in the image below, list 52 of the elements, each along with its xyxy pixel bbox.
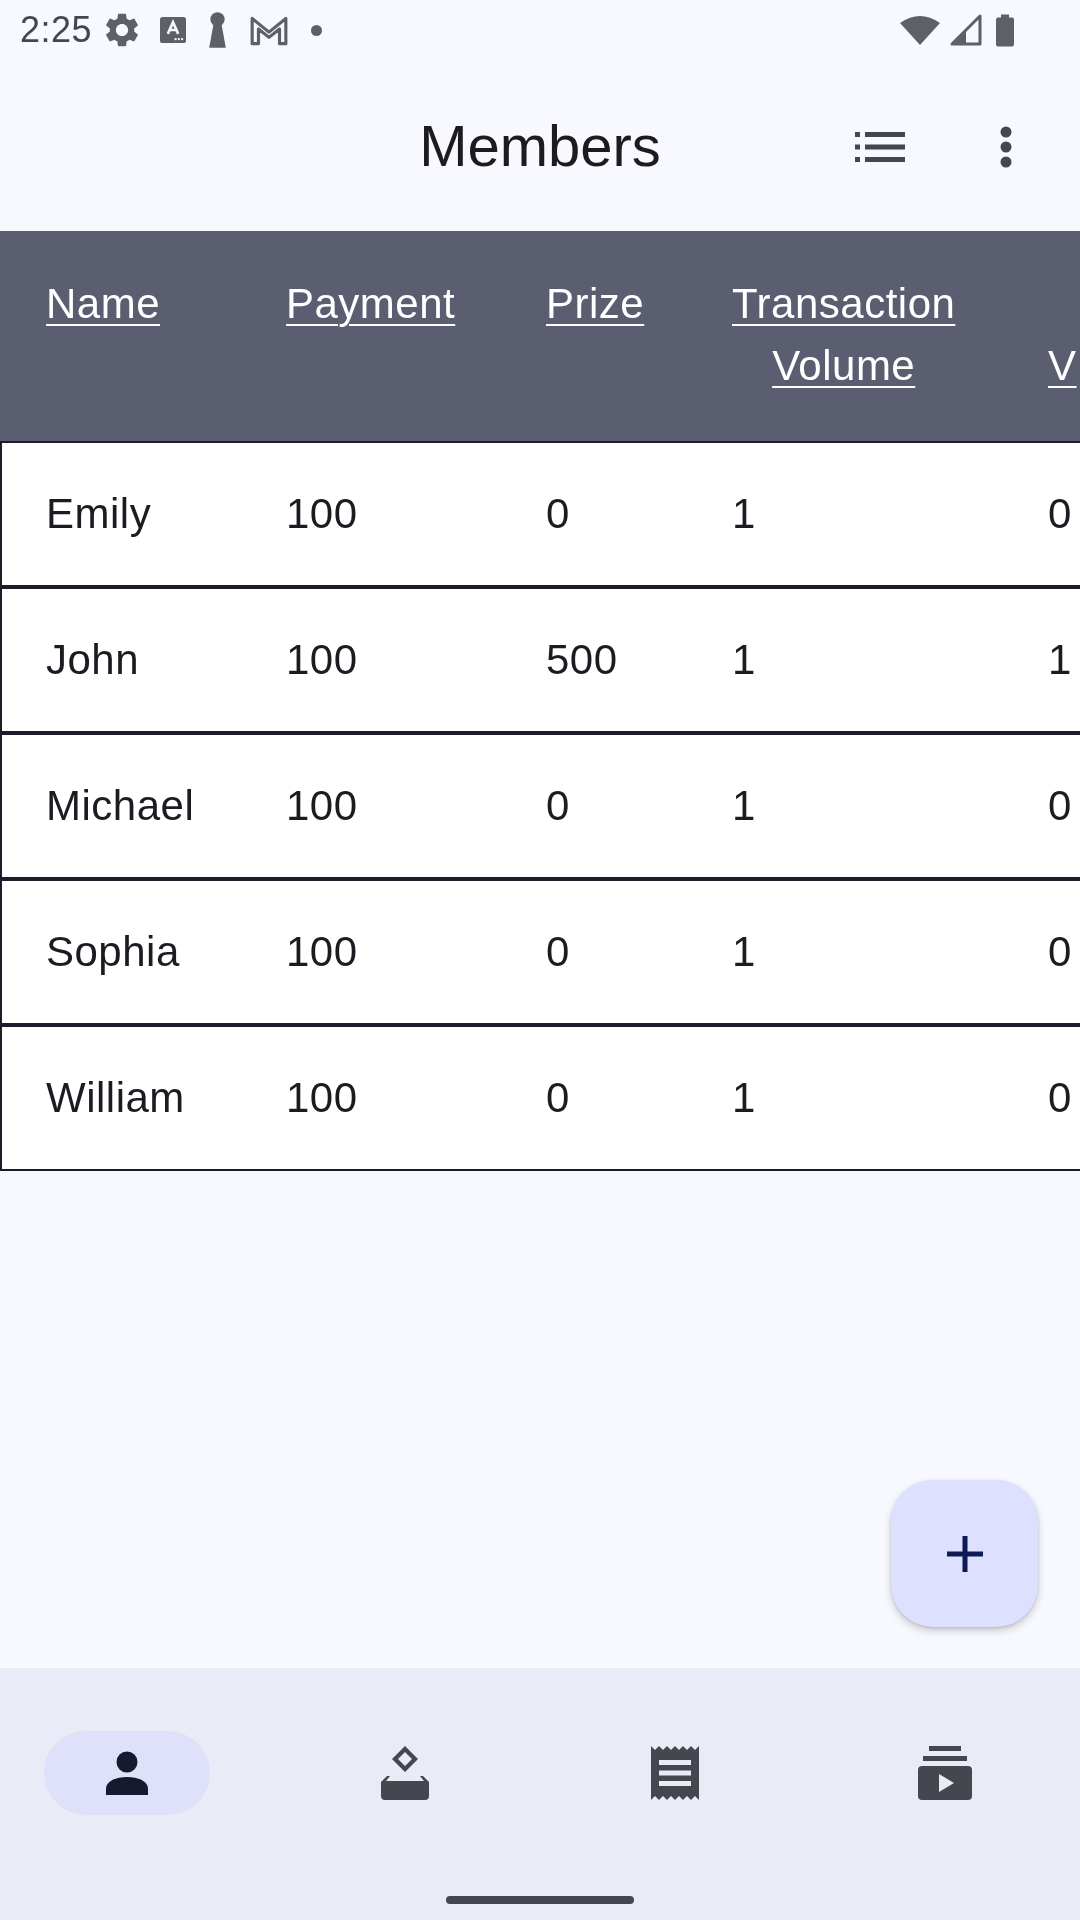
column-header[interactable]: Name [46,273,161,335]
status-time: 2:25 [20,9,93,51]
more-menu-icon[interactable] [1000,126,1012,168]
settings-icon [106,13,139,47]
table-cell: 0 [546,928,570,976]
plus-icon [946,1535,983,1572]
dot-icon [311,24,323,36]
table-cell: 1 [732,928,756,976]
table-cell: 1 [1048,636,1072,684]
wifi-icon [900,15,940,45]
m-letter-icon [249,14,290,46]
column-header[interactable]: Prize [546,273,645,335]
person-icon [106,1751,148,1795]
table-cell: William [46,1074,185,1122]
table-row[interactable]: Emily 100 0 1 0 [0,441,1080,587]
column-header[interactable]: Payment [286,273,456,335]
table-cell: 100 [286,928,358,976]
table-cell: 100 [286,490,358,538]
column-header[interactable]: Transaction Volume [732,273,956,397]
table-cell: 0 [1048,1074,1072,1122]
keyhole-icon [208,12,228,48]
table-row[interactable]: Sophia 100 0 1 0 [0,879,1080,1025]
battery-icon [996,13,1014,47]
table-cell: 0 [546,782,570,830]
table-cell: 1 [732,1074,756,1122]
table-cell: 0 [1048,928,1072,976]
table-cell: 100 [286,782,358,830]
table-cell: 100 [286,1074,358,1122]
receipt-icon [651,1746,699,1800]
table-row[interactable]: Michael 100 0 1 0 [0,733,1080,879]
table-cell: 0 [546,1074,570,1122]
table-cell: 100 [286,636,358,684]
table-cell: 0 [546,490,570,538]
signal-icon [950,14,982,46]
table-cell: 1 [732,636,756,684]
table-cell: 0 [1048,782,1072,830]
table-row[interactable]: William 100 0 1 0 [0,1025,1080,1171]
ballot-box-icon [381,1746,429,1800]
screen-title: Members [419,112,661,179]
table-row[interactable]: John 100 500 1 1 [0,587,1080,733]
table-cell: 500 [546,636,618,684]
play-stack-icon [918,1746,972,1800]
table-cell: Sophia [46,928,180,976]
table-cell: 1 [732,782,756,830]
table-cell: John [46,636,140,684]
font-tile-icon [160,17,187,43]
table-cell: Michael [46,782,195,830]
list-view-icon[interactable] [855,132,905,162]
column-header[interactable]: V [1048,335,1077,397]
table-cell: 1 [732,490,756,538]
table-cell: Emily [46,490,152,538]
table-cell: 0 [1048,490,1072,538]
